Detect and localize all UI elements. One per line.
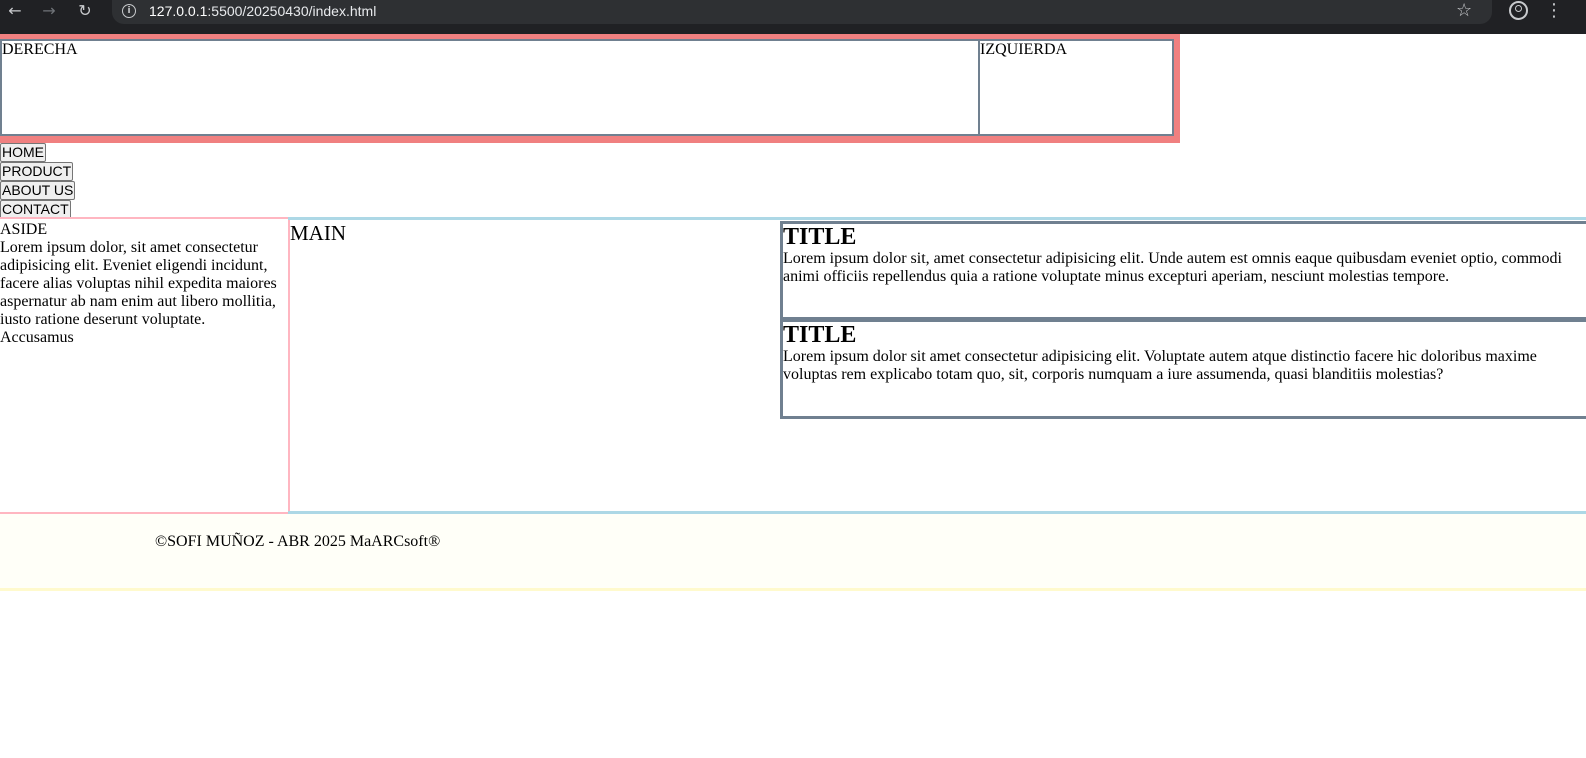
back-icon[interactable]: ← <box>2 1 28 21</box>
derecha-label: DERECHA <box>2 41 78 58</box>
page-footer: ©SOFI MUÑOZ - ABR 2025 MaARCsoft® <box>0 514 1586 591</box>
url-text[interactable]: 127.0.0.1:5500/20250430/index.html <box>149 2 376 20</box>
article-2-text: Lorem ipsum dolor sit amet consectetur a… <box>783 348 1537 383</box>
article-2-title: TITLE <box>783 322 857 348</box>
page-header: DERECHA IZQUIERDA <box>0 34 1180 143</box>
profile-icon[interactable] <box>1509 1 1528 20</box>
reload-icon[interactable]: ↻ <box>72 1 98 21</box>
footer-text: ©SOFI MUÑOZ - ABR 2025 MaARCsoft® <box>155 533 441 550</box>
header-izquierda-box: IZQUIERDA <box>978 39 1174 136</box>
browser-toolbar: ← → ↻ i 127.0.0.1:5500/20250430/index.ht… <box>0 0 1586 34</box>
nav-buttons: HOME PRODUCT ABOUT US CONTACT <box>0 143 76 219</box>
product-button[interactable]: PRODUCT <box>0 162 74 181</box>
article-2: TITLE Lorem ipsum dolor sit amet consect… <box>780 319 1586 419</box>
more-menu-icon[interactable]: ⋮ <box>1545 0 1563 22</box>
site-info-icon[interactable]: i <box>122 4 136 18</box>
izquierda-label: IZQUIERDA <box>980 41 1068 58</box>
url-path: :5500/20250430/index.html <box>207 3 377 19</box>
url-host: 127.0.0.1 <box>149 3 208 19</box>
main-label: MAIN <box>290 221 346 245</box>
aside-label: ASIDE <box>0 221 48 238</box>
forward-icon[interactable]: → <box>36 1 62 21</box>
article-1-text: Lorem ipsum dolor sit, amet consectetur … <box>783 250 1562 285</box>
header-derecha-box: DERECHA <box>0 39 980 136</box>
aside-text: Lorem ipsum dolor, sit amet consectetur … <box>0 239 277 346</box>
aside-panel: ASIDE Lorem ipsum dolor, sit amet consec… <box>0 217 290 514</box>
home-button[interactable]: HOME <box>0 143 46 162</box>
article-1-title: TITLE <box>783 224 857 250</box>
address-bar[interactable]: i 127.0.0.1:5500/20250430/index.html ☆ <box>112 0 1492 24</box>
bookmark-star-icon[interactable]: ☆ <box>1456 0 1472 22</box>
article-1: TITLE Lorem ipsum dolor sit, amet consec… <box>780 221 1586 320</box>
about-us-button[interactable]: ABOUT US <box>0 181 76 200</box>
main-section: MAIN TITLE Lorem ipsum dolor sit, amet c… <box>288 217 1586 514</box>
